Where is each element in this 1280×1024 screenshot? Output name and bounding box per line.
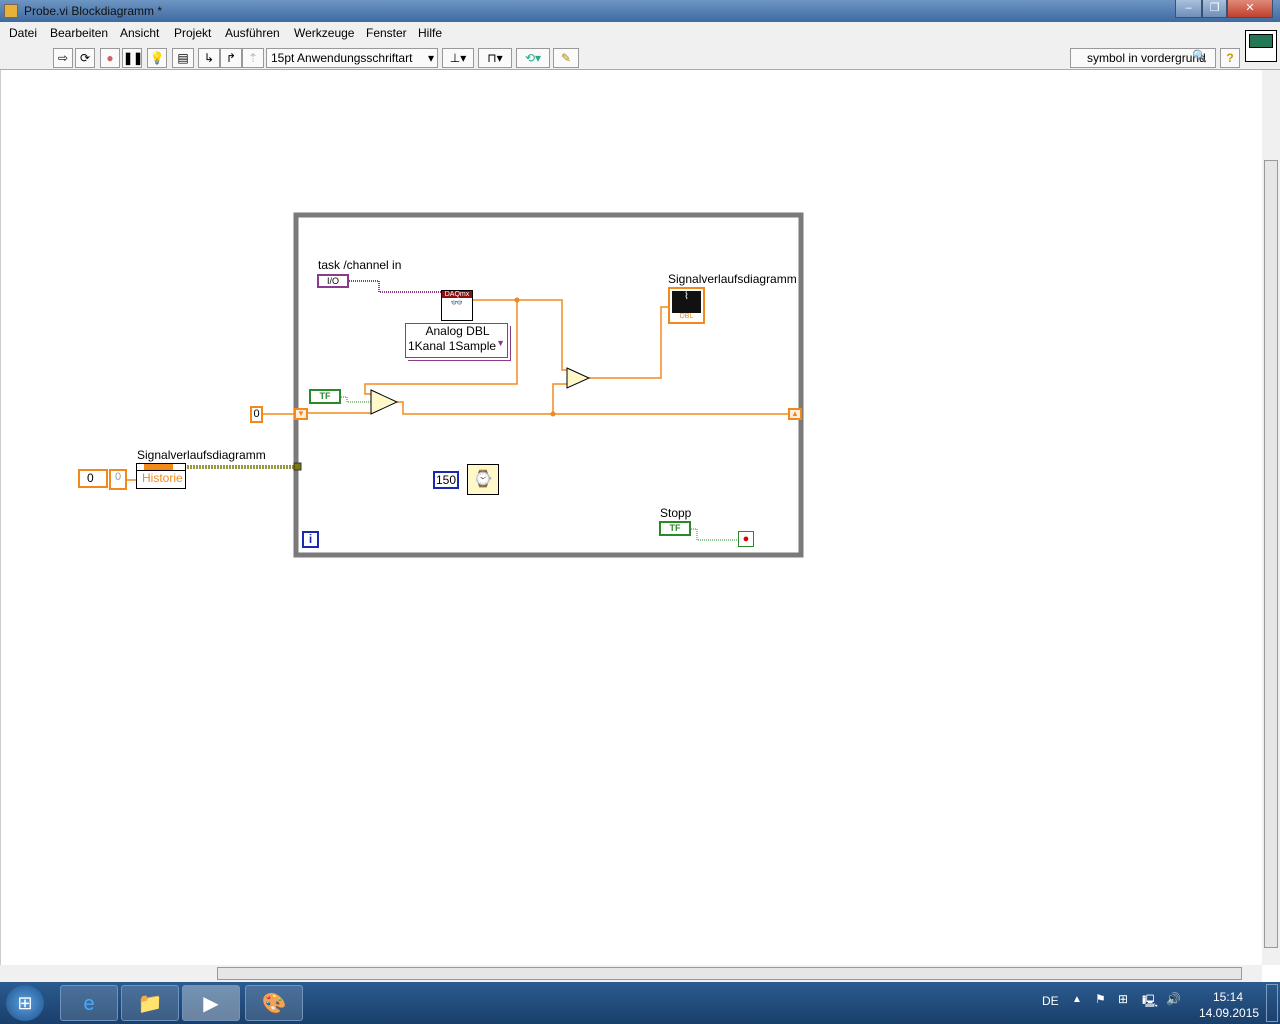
clock-time[interactable]: 15:14 [1213,990,1243,1004]
wire-select-out [397,401,789,415]
numeric-control[interactable]: 0 [78,469,108,488]
waveform-chart-terminal[interactable]: ⌇ DBL [668,287,705,324]
tunnel [293,462,302,471]
polymorphic-selector[interactable]: Analog DBL 1Kanal 1Sample ▼ [405,323,508,358]
loop-condition-stop-icon[interactable]: ● [738,531,754,547]
horizontal-scroll-thumb[interactable] [217,967,1242,980]
selector-line-1: Analog DBL [425,324,490,338]
action-center-flag-icon[interactable]: ⚑ [1095,992,1106,1006]
show-hidden-icons[interactable]: ▲ [1072,994,1082,1005]
taskbar-explorer-icon[interactable]: 📁 [121,985,179,1021]
selector-line-2: 1Kanal 1Sample [408,339,497,353]
task-const-text: I/O [326,276,339,286]
stop-button-terminal[interactable]: TF [659,521,691,536]
taskbar-ie-icon[interactable]: e [60,985,118,1021]
horizontal-scrollbar[interactable] [0,965,1262,982]
start-button[interactable]: ⊞ [6,985,44,1021]
clock-date[interactable]: 14.09.2015 [1199,1006,1259,1020]
language-indicator[interactable]: DE [1042,994,1059,1008]
iteration-terminal: i [302,531,319,548]
chart-type: DBL [679,313,694,320]
show-desktop-button[interactable] [1266,984,1278,1022]
array-constant[interactable]: 0 [109,469,127,490]
property-node-header [137,464,185,471]
property-node-label: Signalverlaufsdiagramm [137,448,266,462]
task-constant[interactable]: I/O [317,274,349,288]
stop-label: Stopp [660,506,692,520]
glasses-icon: 👓 [450,298,464,309]
property-node[interactable]: Historie [136,463,186,489]
wires [121,212,804,558]
chart-terminal-label: Signalverlaufsdiagramm [668,272,797,286]
shift-register-init[interactable]: 0 [250,406,263,423]
wire-ref [187,465,295,469]
windows-icon[interactable]: ⊞ [1118,992,1128,1006]
wire-to-subtract [552,383,567,414]
taskbar: ⊞ e 📁 ▶ 🎨 DE ▲ ⚑ ⊞ 🖳 🔊 15:14 14.09.2015 [0,982,1280,1024]
taskbar-paint-icon[interactable]: 🎨 [245,985,303,1021]
subtract-function [566,367,591,389]
wait-ms-constant[interactable]: 150 [433,471,459,489]
wire-stop [691,528,739,541]
wait-timer-icon[interactable]: ⌚ [467,464,499,495]
vertical-scroll-thumb[interactable] [1264,160,1278,948]
task-label: task /channel in [318,258,402,272]
block-diagram-canvas[interactable]: task /channel in I/O DAQmx 👓 Analog DBL 1… [0,70,1262,965]
shift-register-left[interactable]: ▼ [294,408,308,420]
property-item-historie[interactable]: Historie [137,471,185,485]
wire-task [349,280,441,293]
taskbar-labview-icon[interactable]: ▶ [182,985,240,1021]
vertical-scrollbar[interactable] [1262,70,1280,965]
chevron-down-icon: ▼ [496,338,505,348]
chart-icon: ⌇ [672,291,701,313]
network-icon[interactable]: 🖳 [1142,992,1158,1013]
daqmx-header: DAQmx [442,291,472,298]
volume-icon[interactable]: 🔊 [1166,992,1181,1006]
wire-bool [341,396,371,403]
daqmx-read-vi[interactable]: DAQmx 👓 [441,290,473,321]
select-function [370,389,399,415]
boolean-constant[interactable]: TF [309,389,341,404]
wire-to-chart [589,306,669,379]
shift-register-right[interactable]: ▲ [788,408,802,420]
